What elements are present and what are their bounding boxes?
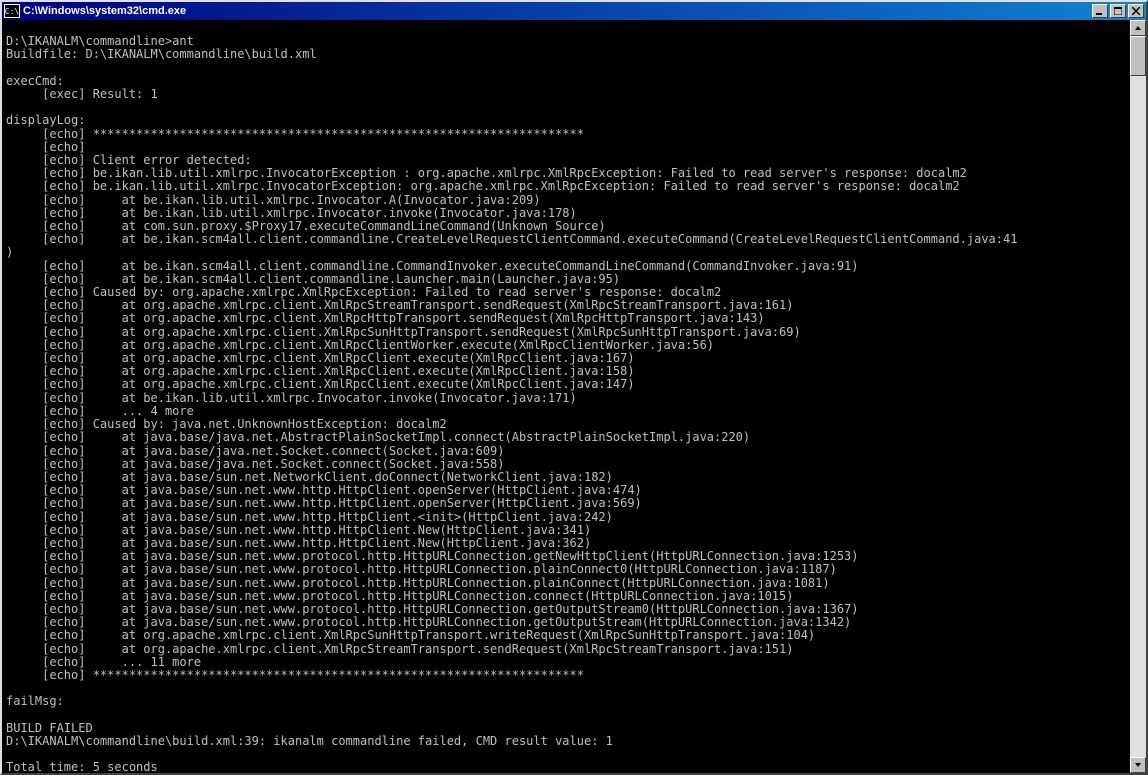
console-output[interactable]: D:\IKANALM\commandline>ant Buildfile: D:… bbox=[2, 20, 1130, 773]
cmd-window: C:\ C:\Windows\system32\cmd.exe D:\IKANA… bbox=[0, 0, 1148, 775]
scroll-up-button[interactable] bbox=[1130, 20, 1146, 36]
window-title: C:\Windows\system32\cmd.exe bbox=[23, 5, 1092, 17]
scroll-down-button[interactable] bbox=[1130, 757, 1146, 773]
titlebar[interactable]: C:\ C:\Windows\system32\cmd.exe bbox=[2, 2, 1146, 20]
cmd-icon: C:\ bbox=[4, 4, 20, 18]
close-button[interactable] bbox=[1128, 4, 1144, 18]
vertical-scrollbar[interactable] bbox=[1130, 20, 1146, 773]
scroll-thumb[interactable] bbox=[1130, 36, 1146, 76]
maximize-button[interactable] bbox=[1110, 4, 1126, 18]
scroll-track[interactable] bbox=[1130, 36, 1146, 757]
window-controls bbox=[1092, 4, 1144, 18]
console-area: D:\IKANALM\commandline>ant Buildfile: D:… bbox=[2, 20, 1146, 773]
minimize-button[interactable] bbox=[1092, 4, 1108, 18]
